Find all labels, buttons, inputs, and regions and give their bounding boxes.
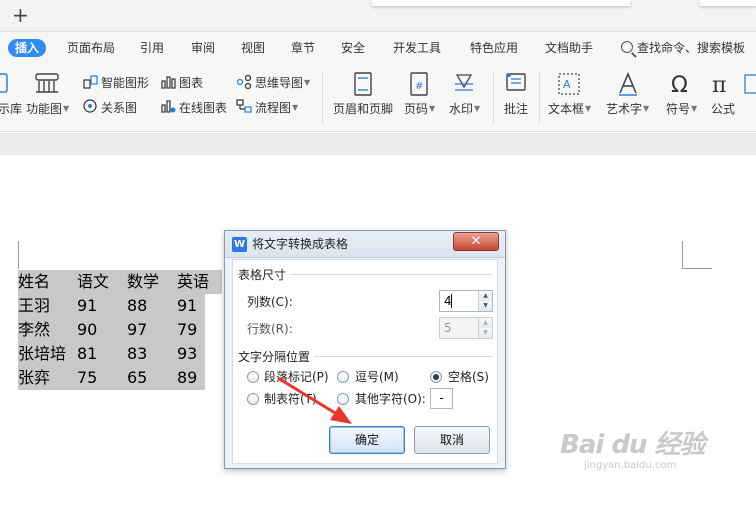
app-window: + 插入 页面布局 引用 审阅 视图 章节 安全 开发工具 特色应用 文档助手 … <box>0 0 756 509</box>
baidu-watermark: Bai du 经验 jingyan.baidu.com <box>560 430 705 472</box>
watermark-brand: Bai du 经验 <box>560 430 705 460</box>
watermark-url: jingyan.baidu.com <box>584 460 677 471</box>
